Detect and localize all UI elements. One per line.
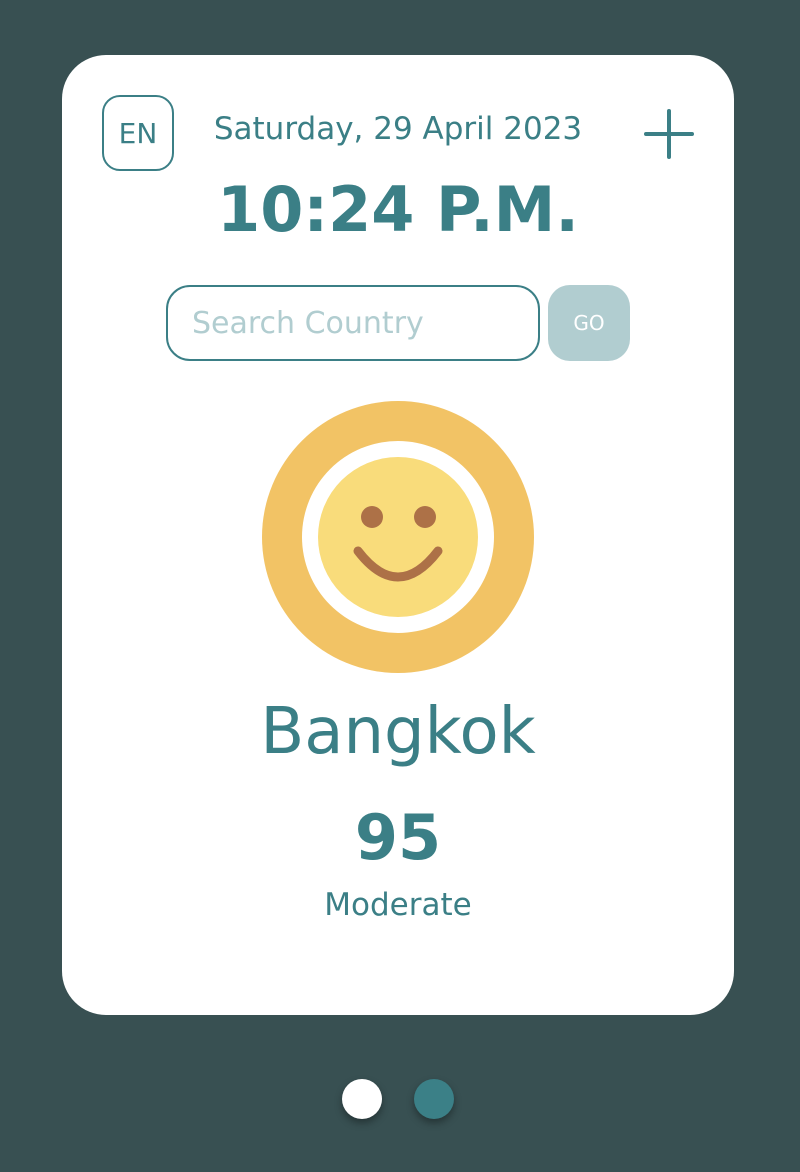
aqi-status: Moderate bbox=[324, 887, 472, 923]
date-label: Saturday, 29 April 2023 bbox=[213, 111, 583, 147]
right-eye bbox=[414, 506, 436, 528]
aqi-value: 95 bbox=[354, 801, 442, 874]
face-circle bbox=[318, 457, 478, 617]
page-dot-2[interactable] bbox=[414, 1079, 454, 1119]
language-button[interactable]: EN bbox=[102, 95, 174, 171]
page-indicator bbox=[342, 1079, 462, 1123]
air-quality-card: EN Saturday, 29 April 2023 10:24 P.M. GO… bbox=[62, 55, 734, 1015]
search-country-input[interactable] bbox=[166, 285, 540, 361]
plus-icon[interactable] bbox=[642, 107, 696, 161]
left-eye bbox=[361, 506, 383, 528]
page-dot-1[interactable] bbox=[342, 1079, 382, 1119]
go-button[interactable]: GO bbox=[548, 285, 630, 361]
city-name: Bangkok bbox=[260, 695, 536, 769]
time-label: 10:24 P.M. bbox=[217, 173, 579, 246]
smiley-face-icon bbox=[318, 457, 478, 617]
